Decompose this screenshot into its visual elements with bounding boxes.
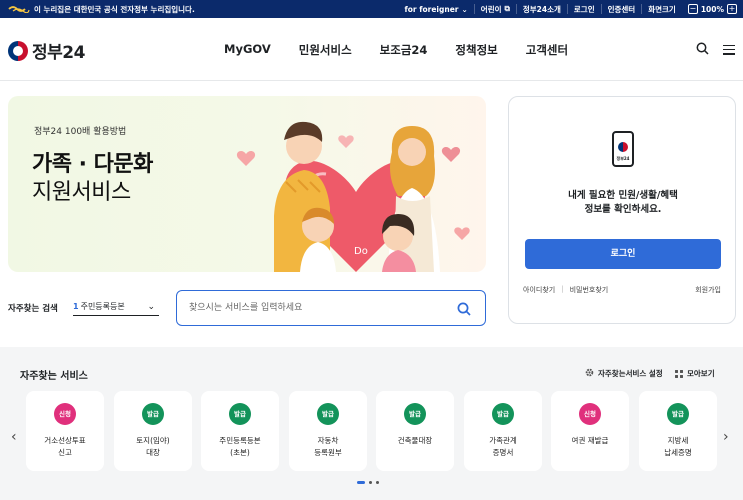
mobile-phone-icon: 정부24 xyxy=(612,131,634,167)
rank-number: 1 xyxy=(73,302,79,311)
chevron-down-icon: ⌄ xyxy=(147,301,155,312)
taegeuk-emblem-icon xyxy=(618,142,628,152)
issue-badge: 발급 xyxy=(142,403,164,425)
service-card[interactable]: 발급 건축물대장 xyxy=(376,391,454,471)
service-label: 자동차 등록원부 xyxy=(314,436,342,457)
main-nav: MyGOV 민원서비스 보조금24 정책정보 고객센터 xyxy=(224,42,568,58)
service-card[interactable]: 발급 토지(임야) 대장 xyxy=(114,391,192,471)
page-dot[interactable] xyxy=(369,481,372,484)
login-card: 정부24 내게 필요한 민원/생활/혜택 정보를 확인하세요. 로그인 아이디찾… xyxy=(508,96,736,324)
page-dot-active[interactable] xyxy=(357,481,365,484)
issue-badge: 발급 xyxy=(667,403,689,425)
issue-badge: 발급 xyxy=(229,403,251,425)
service-label: 건축물대장 xyxy=(397,436,433,445)
search-icon[interactable] xyxy=(696,40,709,59)
login-message: 내게 필요한 민원/생활/혜택 정보를 확인하세요. xyxy=(509,189,737,217)
nav-subsidy24[interactable]: 보조금24 xyxy=(380,42,428,58)
service-label: 토지(임야) 대장 xyxy=(136,436,170,457)
service-card[interactable]: 신청 거소선상투표 신고 xyxy=(26,391,104,471)
view-all-button[interactable]: 모아보기 xyxy=(675,368,715,379)
service-label: 여권 재발급 xyxy=(571,436,609,445)
gov-notice-bar: 이 누리집은 대한민국 공식 전자정부 누리집입니다. for foreigne… xyxy=(0,0,743,18)
screen-size-label: 화면크기 xyxy=(641,4,682,14)
join-link[interactable]: 회원가입 xyxy=(695,285,721,295)
issue-badge: 발급 xyxy=(317,403,339,425)
service-card[interactable]: 신청 여권 재발급 xyxy=(551,391,629,471)
phone-label: 정부24 xyxy=(616,156,630,161)
zoom-in-button[interactable]: + xyxy=(727,4,737,14)
egov-logo-icon xyxy=(8,5,30,13)
menu-icon[interactable] xyxy=(723,44,735,55)
nav-customer-center[interactable]: 고객센터 xyxy=(526,42,568,58)
banner-subtitle: 정부24 100배 활용방법 xyxy=(34,127,127,137)
prev-arrow-icon[interactable]: ‹ xyxy=(11,429,17,445)
frequent-services-section: 자주찾는 서비스 자주찾는서비스 설정 모아보기 ‹ › 신청 거소선상투표 신… xyxy=(0,347,743,500)
carousel-pagination xyxy=(357,481,379,484)
login-button[interactable]: 로그인 xyxy=(525,239,721,269)
link-cert-center[interactable]: 인증센터 xyxy=(600,4,642,14)
login-message-line1: 내게 필요한 민원/생활/혜택 xyxy=(568,190,678,201)
link-about[interactable]: 정부24소개 xyxy=(515,4,567,14)
banner-art-text: Do xyxy=(354,246,368,257)
service-card[interactable]: 발급 지방세 납세증명 xyxy=(639,391,717,471)
zoom-out-button[interactable]: − xyxy=(687,4,698,14)
service-card[interactable]: 발급 가족관계 증명서 xyxy=(464,391,542,471)
service-label: 거소선상투표 신고 xyxy=(44,436,86,457)
link-login[interactable]: 로그인 xyxy=(566,4,601,14)
service-settings-button[interactable]: 자주찾는서비스 설정 xyxy=(585,368,663,379)
service-card[interactable]: 발급 주민등록등본 (초본) xyxy=(201,391,279,471)
service-label: 가족관계 증명서 xyxy=(489,436,517,457)
issue-badge: 발급 xyxy=(492,403,514,425)
settings-label: 자주찾는서비스 설정 xyxy=(598,369,663,378)
nav-policy-info[interactable]: 정책정보 xyxy=(455,42,497,58)
search-icon[interactable] xyxy=(457,301,471,320)
promo-banner[interactable]: 정부24 100배 활용방법 가족 · 다문화 지원서비스 Do xyxy=(8,96,486,272)
page-dot[interactable] xyxy=(376,481,379,484)
link-label: 어린이 xyxy=(480,4,502,14)
login-message-line2: 정보를 확인하세요. xyxy=(584,204,662,215)
zoom-control: − 100% + xyxy=(682,4,743,14)
find-id-link[interactable]: 아이디찾기 xyxy=(523,285,555,295)
site-header: 정부24 MyGOV 민원서비스 보조금24 정책정보 고객센터 xyxy=(0,18,743,81)
chevron-down-icon: ⌄ xyxy=(461,4,468,14)
service-card[interactable]: 발급 자동차 등록원부 xyxy=(289,391,367,471)
gear-icon xyxy=(585,368,594,379)
family-illustration: Do xyxy=(236,121,470,272)
apply-badge: 신청 xyxy=(579,403,601,425)
favorite-search-label: 자주찾는 검색 xyxy=(8,304,58,314)
nav-mygov[interactable]: MyGOV xyxy=(224,42,271,58)
service-label: 주민등록등본 (초본) xyxy=(219,436,261,457)
apply-badge: 신청 xyxy=(54,403,76,425)
zoom-value: 100% xyxy=(700,4,724,14)
external-link-icon: ⧉ xyxy=(504,4,510,13)
link-label: for foreigner xyxy=(404,4,459,14)
next-arrow-icon[interactable]: › xyxy=(723,429,729,445)
account-links: 아이디찾기 | 비밀번호찾기 xyxy=(523,285,608,295)
banner-title-sub: 지원서비스 xyxy=(32,180,131,205)
link-kids[interactable]: 어린이 ⧉ xyxy=(473,4,516,14)
issue-badge: 발급 xyxy=(404,403,426,425)
nav-civil-service[interactable]: 민원서비스 xyxy=(299,42,352,58)
section-title: 자주찾는 서비스 xyxy=(20,371,88,382)
favorite-search-value: 주민등록등본 xyxy=(80,302,125,311)
find-password-link[interactable]: 비밀번호찾기 xyxy=(570,285,609,295)
link-for-foreigner[interactable]: for foreigner ⌄ xyxy=(399,4,474,14)
site-logo[interactable]: 정부24 xyxy=(8,38,85,63)
grid-icon xyxy=(675,369,683,378)
favorite-search-select[interactable]: 1 주민등록등본 ⌄ xyxy=(73,298,159,316)
service-label: 지방세 납세증명 xyxy=(664,436,692,457)
search-input[interactable] xyxy=(189,300,449,316)
gov-notice-text: 이 누리집은 대한민국 공식 전자정부 누리집입니다. xyxy=(34,4,195,14)
divider: | xyxy=(561,285,564,293)
view-all-label: 모아보기 xyxy=(687,369,715,378)
search-box xyxy=(176,290,486,326)
taegeuk-logo-icon xyxy=(8,40,28,61)
logo-text: 정부24 xyxy=(32,43,85,63)
